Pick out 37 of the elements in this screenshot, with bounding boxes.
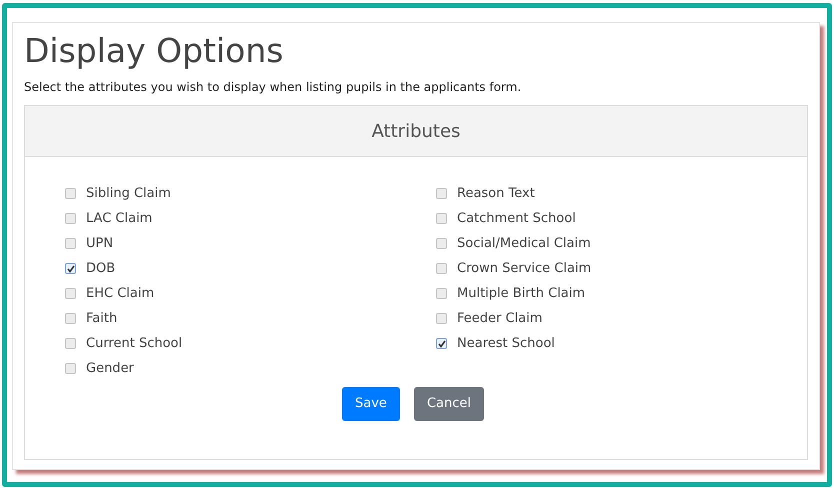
checkbox-label: Catchment School — [457, 210, 576, 228]
save-button[interactable]: Save — [342, 387, 400, 421]
checkbox-label: Crown Service Claim — [457, 260, 592, 278]
checkbox-label: Faith — [86, 310, 118, 328]
checkbox[interactable] — [436, 313, 447, 324]
checkbox[interactable] — [436, 213, 447, 224]
checkbox[interactable] — [65, 363, 76, 374]
checkbox-label: Feeder Claim — [457, 310, 542, 328]
checkmark-icon — [438, 340, 446, 348]
page-title: Display Options — [24, 31, 284, 71]
checkbox[interactable] — [65, 263, 76, 274]
card-title: Attributes — [372, 120, 460, 144]
checkbox-label: LAC Claim — [86, 210, 152, 228]
checkbox[interactable] — [65, 213, 76, 224]
description-text: Select the attributes you wish to display when listing pupils in the applicants form. — [24, 79, 522, 96]
checkbox[interactable] — [65, 288, 76, 299]
checkbox[interactable] — [436, 188, 447, 199]
checkbox[interactable] — [436, 263, 447, 274]
checkbox[interactable] — [65, 238, 76, 249]
checkbox-label: DOB — [86, 260, 116, 278]
cancel-button[interactable]: Cancel — [414, 387, 484, 421]
checkbox-label: Reason Text — [457, 184, 535, 203]
checkbox-label: EHC Claim — [86, 284, 154, 303]
checkbox[interactable] — [436, 338, 447, 349]
checkbox-label: Nearest School — [457, 334, 555, 353]
checkbox[interactable] — [65, 188, 76, 199]
checkbox-label: Current School — [86, 334, 182, 353]
checkbox-label: Multiple Birth Claim — [457, 284, 586, 303]
checkbox-label: Gender — [86, 360, 134, 378]
checkbox[interactable] — [65, 313, 76, 324]
checkbox-label: UPN — [86, 234, 114, 253]
checkbox[interactable] — [436, 288, 447, 299]
checkbox-label: Social/Medical Claim — [457, 234, 591, 253]
checkmark-icon — [66, 264, 74, 272]
checkbox-label: Sibling Claim — [86, 184, 171, 203]
checkbox[interactable] — [436, 238, 447, 249]
checkbox[interactable] — [65, 338, 76, 349]
